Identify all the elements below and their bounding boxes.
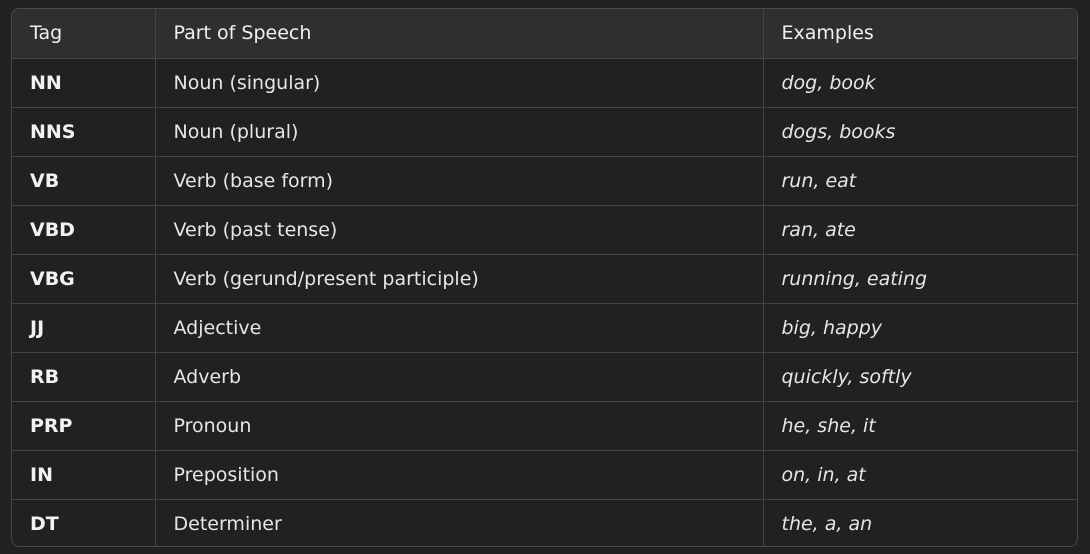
cell-tag: RB bbox=[12, 352, 155, 402]
cell-part-of-speech: Preposition bbox=[154, 450, 763, 500]
cell-examples: he, she, it bbox=[762, 401, 1077, 451]
header-tag: Tag bbox=[12, 9, 155, 59]
cell-examples: dogs, books bbox=[762, 107, 1077, 157]
pos-tag-table: Tag Part of Speech Examples NN Noun (sin… bbox=[12, 9, 1077, 546]
cell-tag: DT bbox=[30, 512, 59, 535]
table-row: IN Preposition on, in, at bbox=[12, 450, 1077, 500]
cell-part-of-speech: Verb (past tense) bbox=[154, 205, 763, 255]
cell-examples: on, in, at bbox=[762, 450, 1077, 500]
cell-tag: JJ bbox=[12, 303, 155, 353]
cell-examples: quickly, softly bbox=[762, 352, 1077, 402]
table-row: JJ Adjective big, happy bbox=[12, 303, 1077, 353]
header-part-of-speech: Part of Speech bbox=[154, 9, 763, 59]
table-row: PRP Pronoun he, she, it bbox=[12, 401, 1077, 451]
table-row: DT Determiner the, a, an bbox=[12, 499, 1077, 546]
cell-part-of-speech: Noun (plural) bbox=[154, 107, 763, 157]
table-row: NNS Noun (plural) dogs, books bbox=[12, 107, 1077, 157]
cell-part-of-speech: Adjective bbox=[154, 303, 763, 353]
table-row: RB Adverb quickly, softly bbox=[12, 352, 1077, 402]
cell-examples: running, eating bbox=[762, 254, 1077, 304]
cell-examples: the, a, an bbox=[762, 499, 1077, 546]
header-examples: Examples bbox=[762, 9, 1077, 59]
cell-tag: NN bbox=[12, 58, 155, 108]
cell-tag: VBG bbox=[12, 254, 155, 304]
table-row: NN Noun (singular) dog, book bbox=[12, 58, 1077, 108]
cell-part-of-speech: Verb (base form) bbox=[154, 156, 763, 206]
table-row: VB Verb (base form) run, eat bbox=[12, 156, 1077, 206]
table-header-row: Tag Part of Speech Examples bbox=[12, 9, 1077, 59]
table-row: VBD Verb (past tense) ran, ate bbox=[12, 205, 1077, 255]
cell-examples: ran, ate bbox=[762, 205, 1077, 255]
cell-tag: VB bbox=[12, 156, 155, 206]
table-row: VBG Verb (gerund/present participle) run… bbox=[12, 254, 1077, 304]
cell-examples: run, eat bbox=[762, 156, 1077, 206]
cell-tag: VBD bbox=[12, 205, 155, 255]
cell-part-of-speech: Pronoun bbox=[154, 401, 763, 451]
cell-tag: PRP bbox=[12, 401, 155, 451]
cell-examples: dog, book bbox=[762, 58, 1077, 108]
cell-tag: IN bbox=[12, 450, 155, 500]
cell-part-of-speech: Determiner bbox=[154, 499, 763, 546]
cell-part-of-speech: Adverb bbox=[154, 352, 763, 402]
cell-examples: big, happy bbox=[762, 303, 1077, 353]
cell-part-of-speech: Noun (singular) bbox=[154, 58, 763, 108]
cell-tag: NNS bbox=[12, 107, 155, 157]
cell-part-of-speech: Verb (gerund/present participle) bbox=[154, 254, 763, 304]
pos-tag-table-container: Tag Part of Speech Examples NN Noun (sin… bbox=[11, 8, 1078, 547]
